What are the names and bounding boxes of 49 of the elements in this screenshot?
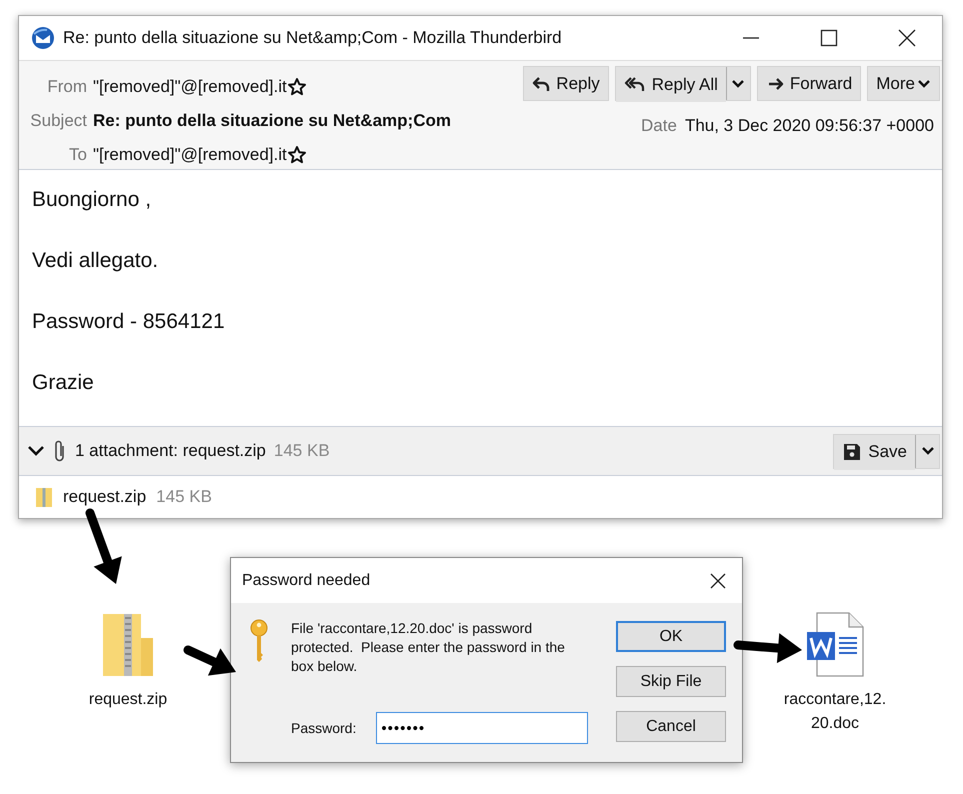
field-label: Date (641, 116, 677, 136)
window-title: Re: punto della situazione su Net&amp;Com - Mozilla Thunderbird (63, 28, 563, 48)
reply-icon (532, 74, 550, 92)
attachment-summary[interactable]: 1 attachment: request.zip (75, 441, 266, 461)
email-address[interactable]: "[removed]"@[removed].it (93, 145, 287, 165)
file-name: raccontare,12.20.doc (783, 690, 887, 734)
reply-all-icon (624, 76, 646, 94)
dialog-button[interactable]: OK (616, 621, 726, 652)
key-icon (249, 619, 269, 663)
star-icon[interactable] (286, 145, 307, 165)
email-address[interactable]: "[removed]"@[removed].it (93, 77, 287, 97)
star-icon[interactable] (286, 77, 307, 97)
arrow (734, 633, 802, 664)
close-icon[interactable] (898, 29, 916, 47)
field-label: From (46, 77, 87, 97)
subject-text: Re: punto della situazione su Net&amp;Com (93, 111, 451, 131)
chevron-down-icon (917, 78, 931, 88)
maximize-icon[interactable] (820, 29, 838, 47)
field-label: To (68, 145, 87, 165)
password-field[interactable]: ••••••• (376, 712, 588, 744)
field-label: Password: (291, 720, 356, 736)
dialog-button[interactable]: Skip File (616, 666, 726, 697)
arrow (184, 646, 236, 676)
file-size: 145 KB (156, 487, 212, 507)
field-label: Subject (29, 111, 87, 131)
date-text: Thu, 3 Dec 2020 09:56:37 +0000 (684, 116, 934, 136)
chevron-down-icon[interactable] (27, 445, 45, 457)
chevron-down-icon (731, 78, 746, 88)
close-icon[interactable] (710, 572, 726, 588)
dialog-button[interactable]: Cancel (616, 711, 726, 742)
paperclip-icon (53, 439, 67, 463)
file-name: request.zip (88, 690, 168, 710)
dialog-message: File 'raccontare,12.20.doc' is password protected. Please enter the password in the box below. (291, 619, 566, 676)
file-size: 145 KB (274, 441, 330, 461)
message-paragraph: Buongiorno , (32, 187, 152, 213)
reply-button[interactable]: Reply (523, 66, 609, 101)
attachment-name[interactable]: request.zip (63, 487, 146, 507)
floppy-icon (842, 442, 862, 462)
dialog-title: Password needed (242, 572, 372, 590)
message-paragraph: Vedi allegato. (32, 248, 160, 274)
more-button[interactable]: More (867, 66, 940, 101)
message-paragraph: Grazie (32, 370, 95, 396)
zip-folder-icon (35, 486, 53, 508)
message-paragraph: Password - 8564121 (32, 309, 226, 335)
forward-button[interactable]: Forward (756, 66, 862, 101)
chevron-down-icon (920, 446, 934, 456)
word-document-icon[interactable] (805, 612, 865, 678)
app-logo-icon (31, 26, 55, 50)
zip-folder-icon[interactable] (101, 612, 155, 678)
